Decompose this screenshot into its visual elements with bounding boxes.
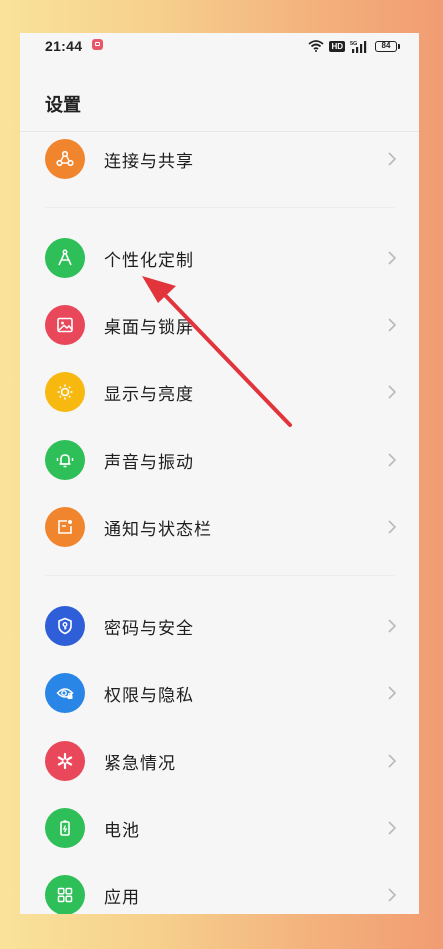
eye-lock-icon [45,673,85,713]
signal-5g-icon: 5G [350,40,367,53]
status-time: 21:44 [45,38,83,54]
chevron-right-icon [388,152,397,166]
settings-item-permissions-privacy[interactable]: 权限与隐私 [20,665,419,721]
settings-item-connection[interactable]: 连接与共享 [20,131,419,187]
sun-icon [45,372,85,412]
settings-item-label: 应用 [104,887,140,908]
status-bar: 21:44 HD 5G 84 [20,33,419,59]
chevron-right-icon [388,754,397,768]
settings-item-label: 通知与状态栏 [104,519,212,540]
settings-item-desktop-lockscreen[interactable]: 桌面与锁屏 [20,297,419,353]
phone-screen: 21:44 HD 5G 84 设置 连接与共享 个性化定制 桌面与锁屏 显示与亮… [20,33,419,914]
wifi-icon [308,40,325,52]
chevron-right-icon [388,385,397,399]
chevron-right-icon [388,453,397,467]
chevron-right-icon [388,686,397,700]
settings-item-sound-vibration[interactable]: 声音与振动 [20,432,419,488]
settings-item-apps[interactable]: 应用 [20,867,419,914]
battery-indicator: 84 [375,40,400,52]
app-notification-icon [92,39,103,50]
chevron-right-icon [388,821,397,835]
settings-item-personalization[interactable]: 个性化定制 [20,230,419,286]
svg-text:5G: 5G [350,41,357,47]
status-indicators: HD 5G 84 [308,38,400,54]
settings-item-label: 显示与亮度 [104,384,194,405]
group-divider [45,575,395,576]
bell-icon [45,440,85,480]
settings-item-battery[interactable]: 电池 [20,800,419,856]
settings-item-notification-statusbar[interactable]: 通知与状态栏 [20,499,419,555]
shield-key-icon [45,606,85,646]
settings-item-display-brightness[interactable]: 显示与亮度 [20,364,419,420]
apps-grid-icon [45,875,85,914]
page-title: 设置 [45,95,81,116]
settings-item-label: 桌面与锁屏 [104,317,194,338]
settings-item-label: 权限与隐私 [104,685,194,706]
chevron-right-icon [388,888,397,902]
compass-icon [45,238,85,278]
battery-icon [45,808,85,848]
settings-item-label: 密码与安全 [104,618,194,639]
asterisk-icon [45,741,85,781]
chevron-right-icon [388,318,397,332]
battery-level: 84 [381,41,391,50]
share-nodes-icon [45,139,85,179]
settings-item-label: 声音与振动 [104,452,194,473]
settings-item-label: 个性化定制 [104,250,194,271]
group-divider [45,207,395,208]
settings-item-label: 电池 [104,820,140,841]
settings-item-password-security[interactable]: 密码与安全 [20,598,419,654]
image-icon [45,305,85,345]
chevron-right-icon [388,520,397,534]
chevron-right-icon [388,251,397,265]
notification-icon [45,507,85,547]
settings-item-emergency[interactable]: 紧急情况 [20,733,419,789]
hd-badge: HD [329,40,345,52]
settings-item-label: 紧急情况 [104,753,176,774]
chevron-right-icon [388,619,397,633]
settings-item-label: 连接与共享 [104,151,194,172]
